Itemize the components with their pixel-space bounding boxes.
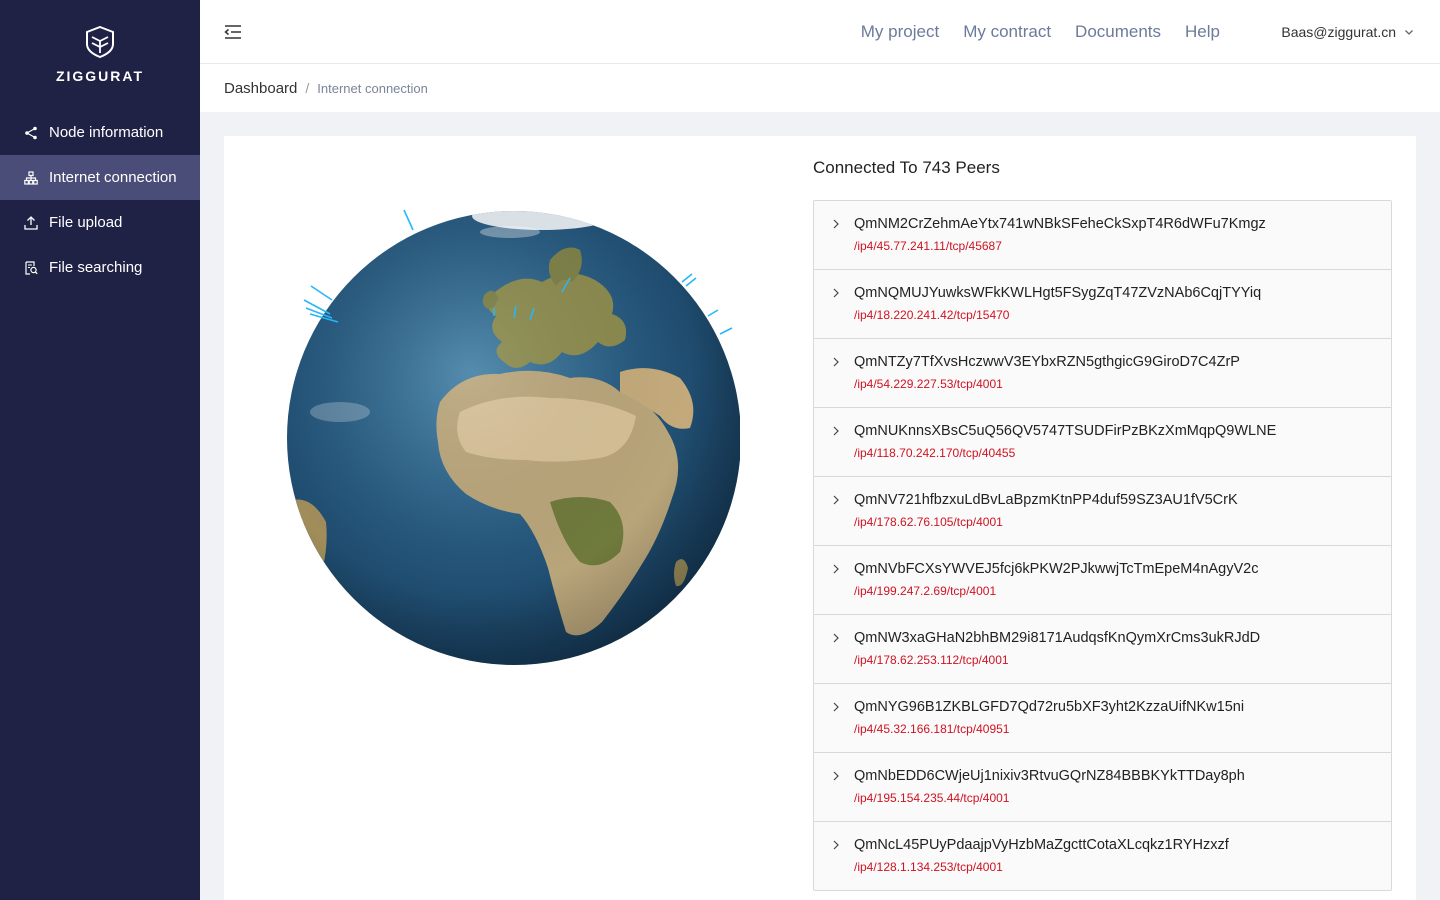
main-card: Connected To 743 Peers QmNM2CrZehmAeYtx7…	[224, 136, 1416, 900]
chevron-down-icon	[1405, 30, 1413, 35]
peer-id: QmNTZy7TfXvsHczwwV3EYbxRZN5gthgicG9GiroD…	[854, 354, 1240, 370]
peer-address: /ip4/178.62.76.105/tcp/4001	[854, 515, 1003, 529]
peer-id: QmNUKnnsXBsC5uQ56QV5747TSUDFirPzBKzXmMqp…	[854, 423, 1277, 439]
breadcrumb-dashboard[interactable]: Dashboard	[224, 80, 297, 97]
peer-address: /ip4/45.77.241.11/tcp/45687	[854, 239, 1002, 253]
top-nav: My project My contract Documents Help	[837, 0, 1220, 64]
top-header: My project My contract Documents Help Ba…	[200, 0, 1440, 64]
chevron-right-icon	[833, 702, 839, 712]
peers-count-title: Connected To 743 Peers	[813, 158, 1000, 177]
chevron-right-icon	[833, 219, 839, 229]
peer-item[interactable]: QmNYG96B1ZKBLGFD7Qd72ru5bXF3yht2KzzaUifN…	[814, 684, 1391, 753]
sidebar-item-label: Node information	[49, 124, 164, 141]
sidebar-item-label: Internet connection	[49, 169, 177, 186]
peer-item[interactable]: QmNW3xaGHaN2bhBM29i8171AudqsfKnQymXrCms3…	[814, 615, 1391, 684]
nav-my-project[interactable]: My project	[861, 22, 939, 42]
peer-address: /ip4/128.1.134.253/tcp/4001	[854, 860, 1003, 874]
peer-id: QmNcL45PUyPdaajpVyHzbMaZgcttCotaXLcqkz1R…	[854, 837, 1229, 853]
nav-documents[interactable]: Documents	[1075, 22, 1161, 42]
brand-name: ZIGGURAT	[55, 68, 145, 84]
peer-id: QmNQMUJYuwksWFkKWLHgt5FSygZqT47ZVzNAb6Cq…	[854, 285, 1262, 301]
peer-address: /ip4/45.32.166.181/tcp/40951	[854, 722, 1010, 736]
sidebar-item-file-searching[interactable]: File searching	[0, 245, 200, 290]
upload-icon	[24, 215, 38, 230]
user-menu[interactable]: Baas@ziggurat.cn	[1281, 0, 1414, 64]
chevron-right-icon	[833, 426, 839, 436]
share-icon	[24, 126, 38, 140]
network-icon	[24, 170, 38, 185]
sidebar-item-file-upload[interactable]: File upload	[0, 200, 200, 245]
chevron-right-icon	[833, 771, 839, 781]
chevron-right-icon	[833, 840, 839, 850]
peer-address: /ip4/178.62.253.112/tcp/4001	[854, 653, 1009, 667]
file-search-icon	[24, 260, 38, 275]
peer-item[interactable]: QmNbEDD6CWjeUj1nixiv3RtvuGQrNZ84BBBKYkTT…	[814, 753, 1391, 822]
peer-address: /ip4/18.220.241.42/tcp/15470	[854, 308, 1010, 322]
sidebar: ZIGGURAT Node information Internet conne…	[0, 0, 200, 900]
peer-item[interactable]: QmNM2CrZehmAeYtx741wNBkSFeheCkSxpT4R6dWF…	[814, 201, 1391, 270]
user-email: Baas@ziggurat.cn	[1281, 24, 1396, 40]
chevron-right-icon	[833, 633, 839, 643]
nav-help[interactable]: Help	[1185, 22, 1220, 42]
peer-id: QmNM2CrZehmAeYtx741wNBkSFeheCkSxpT4R6dWF…	[854, 216, 1266, 232]
peer-address: /ip4/118.70.242.170/tcp/40455	[854, 446, 1016, 460]
peer-id: QmNVbFCXsYWVEJ5fcj6kPKW2PJkwwjTcTmEpeM4n…	[854, 561, 1259, 577]
peer-id: QmNW3xaGHaN2bhBM29i8171AudqsfKnQymXrCms3…	[854, 630, 1261, 646]
peer-item[interactable]: QmNV721hfbzxuLdBvLaBpzmKtnPP4duf59SZ3AU1…	[814, 477, 1391, 546]
peer-id: QmNYG96B1ZKBLGFD7Qd72ru5bXF3yht2KzzaUifN…	[854, 699, 1245, 715]
menu-fold-icon[interactable]	[224, 23, 242, 41]
peer-id: QmNbEDD6CWjeUj1nixiv3RtvuGQrNZ84BBBKYkTT…	[854, 768, 1245, 784]
sidebar-item-label: File searching	[49, 259, 143, 276]
sidebar-item-internet-connection[interactable]: Internet connection	[0, 155, 200, 200]
brand-logo[interactable]: ZIGGURAT	[0, 0, 200, 110]
peer-item[interactable]: QmNQMUJYuwksWFkKWLHgt5FSygZqT47ZVzNAb6Cq…	[814, 270, 1391, 339]
peer-item[interactable]: QmNVbFCXsYWVEJ5fcj6kPKW2PJkwwjTcTmEpeM4n…	[814, 546, 1391, 615]
peer-address: /ip4/199.247.2.69/tcp/4001	[854, 584, 997, 598]
chevron-right-icon	[833, 495, 839, 505]
peer-list: QmNM2CrZehmAeYtx741wNBkSFeheCkSxpT4R6dWF…	[813, 200, 1392, 891]
peer-id: QmNV721hfbzxuLdBvLaBpzmKtnPP4duf59SZ3AU1…	[854, 492, 1238, 508]
ziggurat-logo-icon	[86, 26, 114, 58]
peer-item[interactable]: QmNUKnnsXBsC5uQ56QV5747TSUDFirPzBKzXmMqp…	[814, 408, 1391, 477]
earth-globe-icon	[287, 209, 741, 665]
peer-item[interactable]: QmNcL45PUyPdaajpVyHzbMaZgcttCotaXLcqkz1R…	[814, 822, 1391, 890]
peer-item[interactable]: QmNTZy7TfXvsHczwwV3EYbxRZN5gthgicG9GiroD…	[814, 339, 1391, 408]
chevron-right-icon	[833, 564, 839, 574]
peer-globe[interactable]	[280, 202, 741, 672]
chevron-right-icon	[833, 357, 839, 367]
peer-address: /ip4/54.229.227.53/tcp/4001	[854, 377, 1003, 391]
breadcrumb-current: Internet connection	[317, 80, 428, 96]
breadcrumb-separator: /	[305, 80, 310, 96]
peer-address: /ip4/195.154.235.44/tcp/4001	[854, 791, 1010, 805]
breadcrumb: Dashboard / Internet connection	[200, 64, 1440, 112]
sidebar-item-label: File upload	[49, 214, 123, 231]
nav-my-contract[interactable]: My contract	[963, 22, 1051, 42]
sidebar-item-node-information[interactable]: Node information	[0, 110, 200, 155]
chevron-right-icon	[833, 288, 839, 298]
